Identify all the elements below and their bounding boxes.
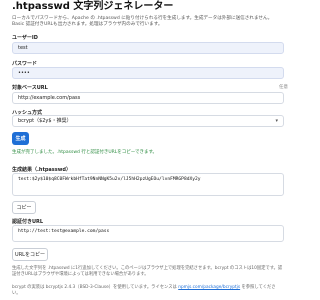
license-link[interactable]: npmjs.com/package/bcryptjs	[178, 285, 240, 290]
password-input[interactable]: ••••	[12, 67, 284, 79]
page-title: .htpasswd 文字列ジェネレーター	[12, 1, 174, 12]
htpasswd-output[interactable]: test:$2y$10$q8C0FWrkbHfTat9NnNNgK5u2v/lJ…	[12, 173, 284, 196]
copy-url-button[interactable]: URLをコピー	[12, 248, 48, 261]
generate-button[interactable]: 生成	[12, 132, 29, 145]
credit-text: bcrypt の実装は bcryptjs 2.4.3（BSD-3-Clause）…	[12, 285, 179, 290]
target-url-hint: 任意	[279, 85, 288, 90]
credit-note: bcrypt の実装は bcryptjs 2.4.3（BSD-3-Clause）…	[12, 285, 284, 297]
hash-method-selected: bcrypt（$2y$・推奨）	[18, 118, 72, 124]
result-label: 生成結果（.htpasswd）	[12, 167, 71, 173]
username-input[interactable]: test	[12, 42, 284, 54]
auth-url-output[interactable]: http://test:test@example.com/pass	[12, 225, 284, 242]
htpasswd-generator-page: .htpasswd 文字列ジェネレーター ローカルでパスワードから、Apache…	[0, 0, 300, 300]
footer-note: 生成した文字列を .htpasswd に1行追加してください。このページはブラウ…	[12, 266, 283, 277]
password-label: パスワード	[12, 61, 38, 67]
success-message: 生成が完了しました。.htpasswd 行と認証付きURLをコピーできます。	[12, 150, 158, 155]
username-label: ユーザーID	[12, 35, 38, 41]
hash-method-select[interactable]: bcrypt（$2y$・推奨） ▾	[12, 115, 284, 127]
copy-button[interactable]: コピー	[12, 201, 36, 214]
auth-url-label: 認証付きURL	[12, 219, 44, 225]
chevron-down-icon: ▾	[275, 118, 278, 124]
target-url-label: 対象ベースURL	[12, 85, 48, 91]
target-url-input[interactable]: http://example.com/pass	[12, 92, 284, 104]
intro-text: ローカルでパスワードから、Apache の .htpasswd に貼り付けられる…	[12, 16, 273, 28]
